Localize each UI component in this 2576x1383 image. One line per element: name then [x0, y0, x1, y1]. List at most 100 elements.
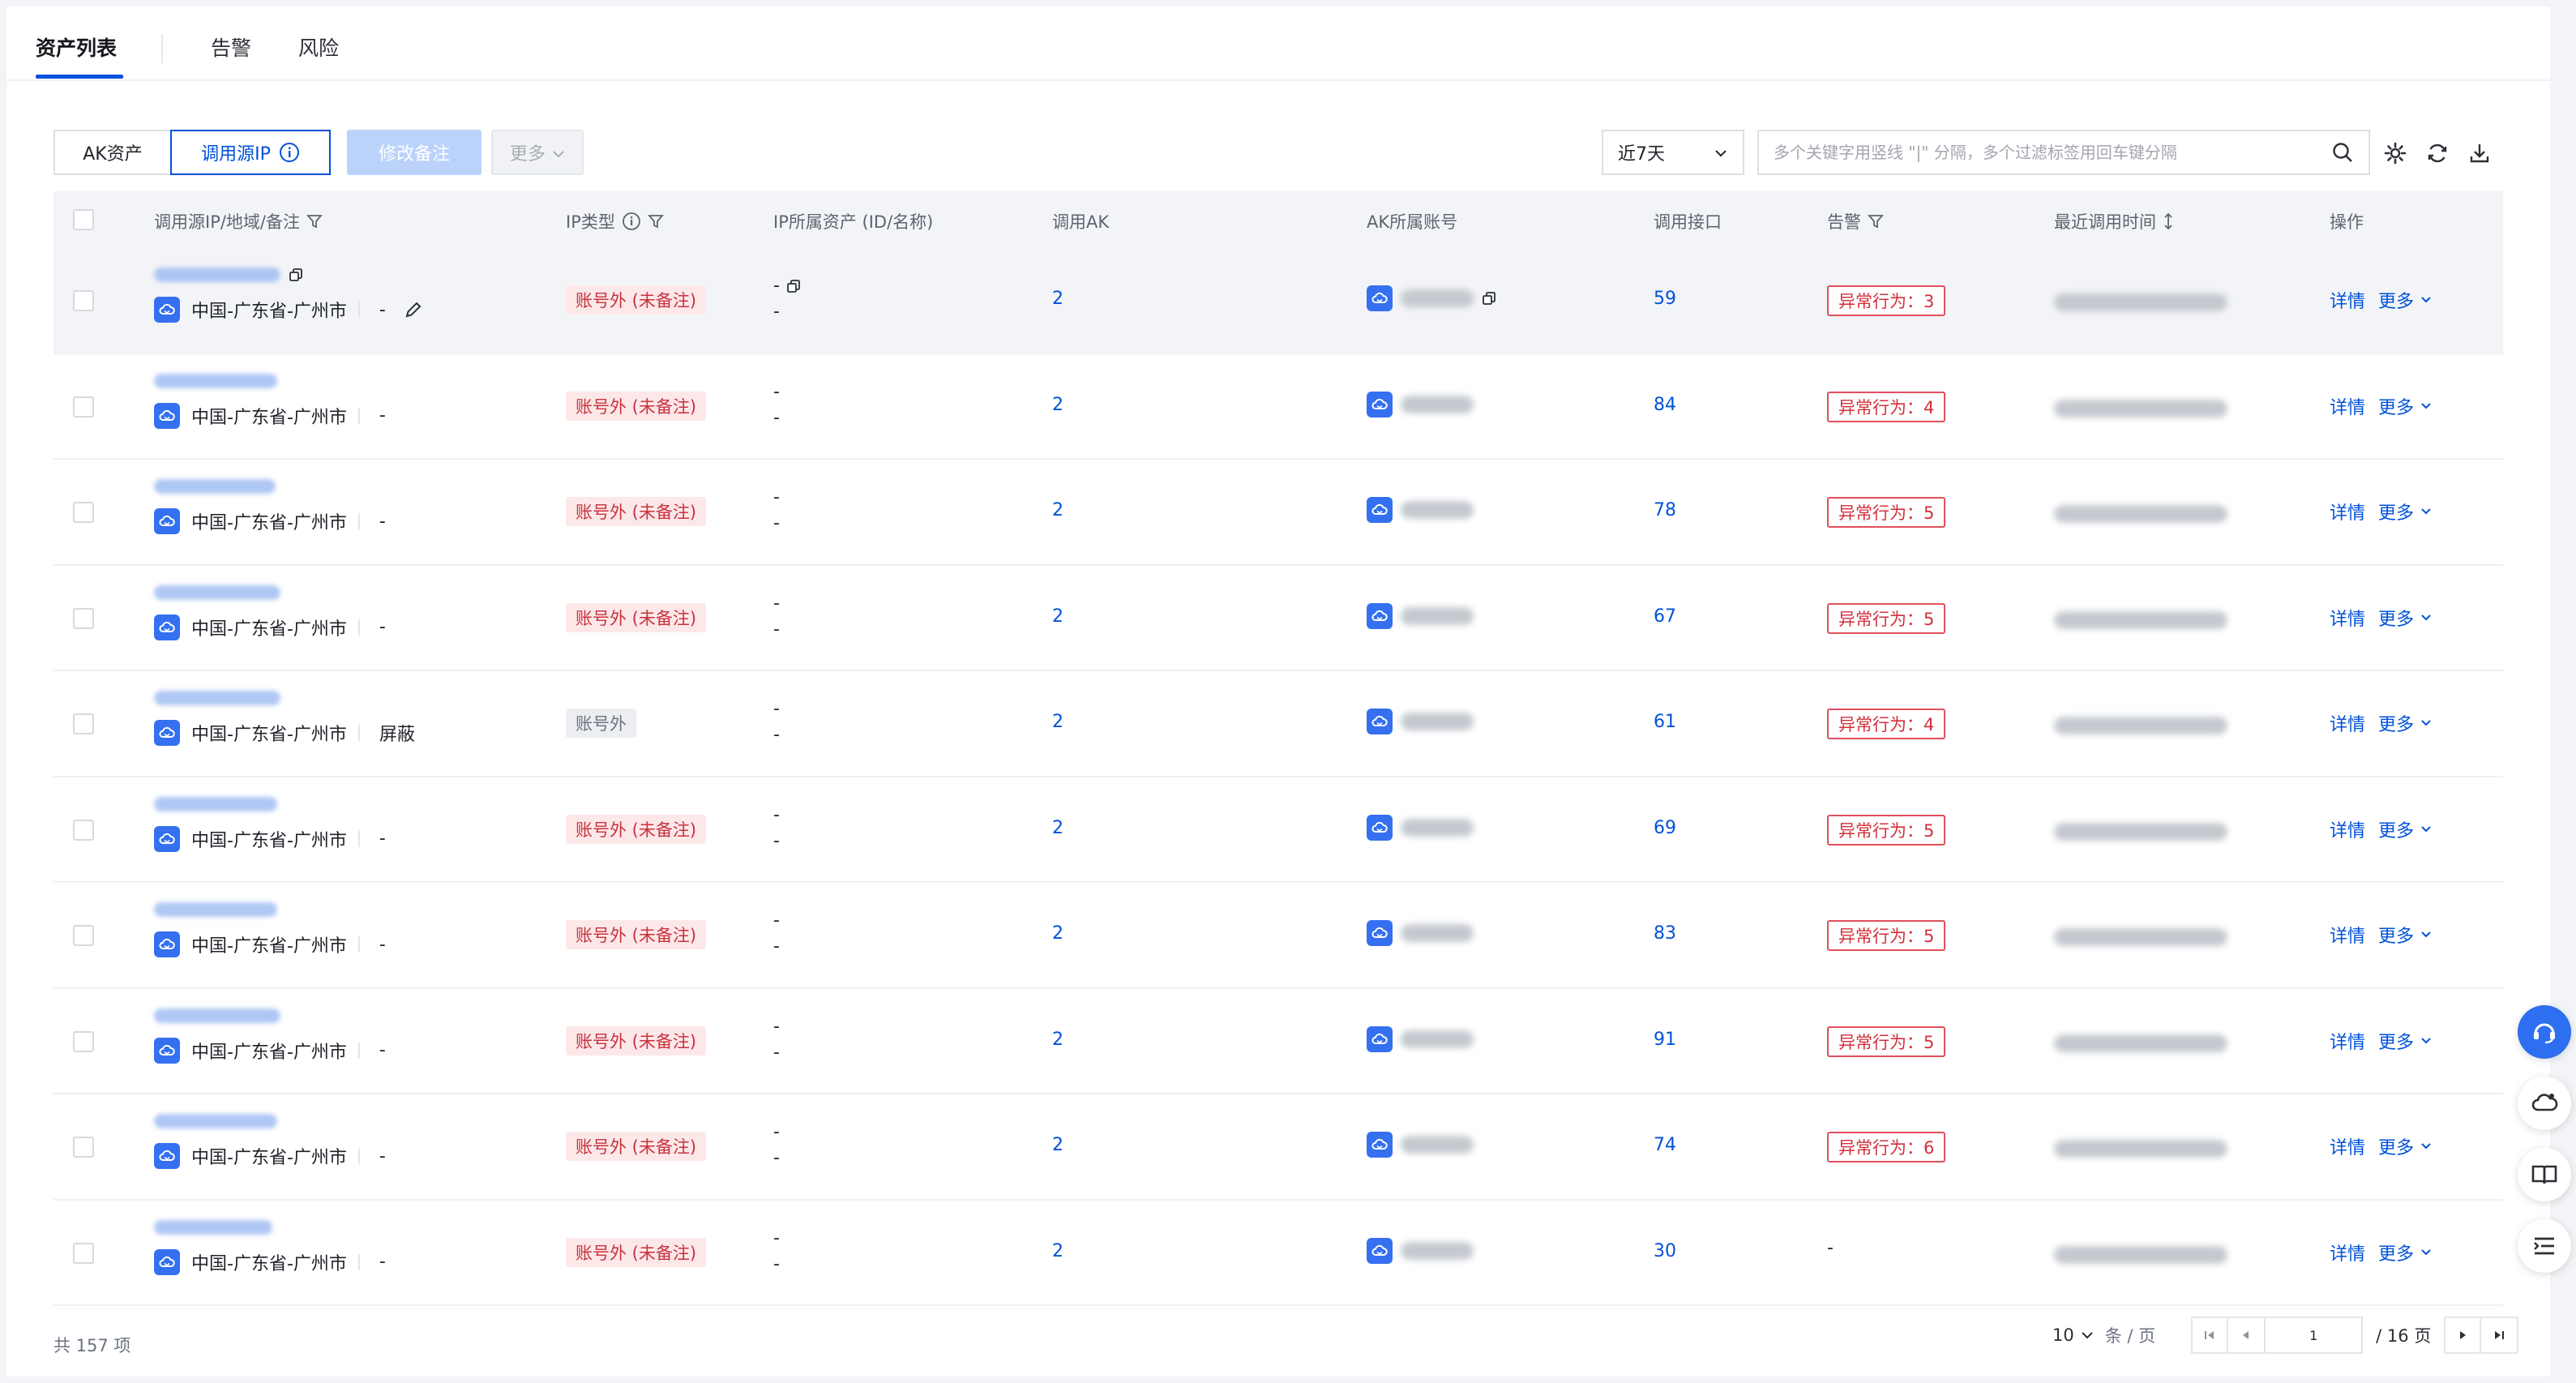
alert-badge[interactable]: 异常行为：5	[1827, 814, 1946, 846]
row-checkbox[interactable]	[73, 819, 94, 841]
row-more-button[interactable]: 更多	[2378, 816, 2432, 842]
ak-count-link[interactable]: 2	[1052, 923, 1063, 944]
date-range-select[interactable]: 近7天	[1602, 130, 1744, 175]
table-row[interactable]: 中国-广东省-广州市 - 账号外 (未备注) - - 2 84 异常行为：4 详…	[53, 353, 2503, 460]
ak-count-link[interactable]: 2	[1052, 1030, 1063, 1050]
cloud-assistant-button[interactable]	[2518, 1077, 2571, 1130]
customer-service-button[interactable]	[2518, 1005, 2571, 1059]
download-icon[interactable]	[2467, 141, 2492, 165]
table-row[interactable]: 中国-广东省-广州市 - 账号外 (未备注) - - 2 30 - 详情 更多	[53, 1200, 2503, 1306]
ak-count-link[interactable]: 2	[1052, 395, 1063, 415]
row-more-button[interactable]: 更多	[2378, 287, 2432, 313]
edit-remark-button[interactable]: 修改备注	[347, 130, 481, 175]
ak-count-link[interactable]: 2	[1052, 712, 1063, 732]
row-checkbox[interactable]	[73, 1137, 94, 1158]
row-more-button[interactable]: 更多	[2378, 710, 2432, 736]
row-more-button[interactable]: 更多	[2378, 605, 2432, 631]
edit-remark-icon[interactable]	[404, 300, 423, 319]
api-count-link[interactable]: 91	[1654, 1030, 1676, 1050]
ak-count-link[interactable]: 2	[1052, 289, 1063, 309]
row-checkbox[interactable]	[73, 925, 94, 946]
tab-asset-list[interactable]: 资产列表	[36, 32, 117, 62]
detail-link[interactable]: 详情	[2330, 1240, 2365, 1265]
row-more-button[interactable]: 更多	[2378, 922, 2432, 948]
refresh-icon[interactable]	[2425, 141, 2450, 165]
alert-badge[interactable]: 异常行为：3	[1827, 285, 1946, 316]
api-count-link[interactable]: 30	[1654, 1241, 1676, 1261]
search-input[interactable]	[1774, 143, 2331, 162]
ak-count-link[interactable]: 2	[1052, 500, 1063, 520]
info-icon[interactable]	[279, 142, 300, 163]
alert-badge[interactable]: 异常行为：4	[1827, 391, 1946, 422]
alert-badge[interactable]: 异常行为：6	[1827, 1132, 1946, 1162]
page-size-select[interactable]: 10	[2052, 1325, 2094, 1345]
copy-icon[interactable]	[1482, 291, 1496, 306]
copy-icon[interactable]	[289, 268, 303, 282]
api-count-link[interactable]: 83	[1654, 923, 1676, 944]
row-checkbox[interactable]	[73, 396, 94, 417]
api-count-link[interactable]: 74	[1654, 1135, 1676, 1155]
segment-source-ip[interactable]: 调用源IP	[170, 130, 331, 175]
detail-link[interactable]: 详情	[2330, 710, 2365, 736]
detail-link[interactable]: 详情	[2330, 1133, 2365, 1159]
api-count-link[interactable]: 84	[1654, 395, 1676, 415]
api-count-link[interactable]: 59	[1654, 289, 1676, 309]
filter-icon[interactable]	[647, 213, 664, 229]
search-icon[interactable]	[2331, 141, 2354, 164]
ak-count-link[interactable]: 2	[1052, 818, 1063, 838]
table-row[interactable]: 中国-广东省-广州市 - 账号外 (未备注) - - 2 69 异常行为：5 详…	[53, 777, 2503, 883]
api-count-link[interactable]: 69	[1654, 818, 1676, 838]
row-checkbox[interactable]	[73, 1242, 94, 1264]
table-row[interactable]: 中国-广东省-广州市 - 账号外 (未备注) - - 2 83 异常行为：5 详…	[53, 883, 2503, 989]
next-page-button[interactable]	[2444, 1317, 2482, 1354]
table-row[interactable]: 中国-广东省-广州市 - 账号外 (未备注) - - 2 91 异常行为：5 详…	[53, 988, 2503, 1094]
row-checkbox[interactable]	[73, 290, 94, 311]
api-count-link[interactable]: 67	[1654, 606, 1676, 627]
info-icon[interactable]	[622, 212, 641, 231]
table-row[interactable]: 中国-广东省-广州市 屏蔽 账号外 - - 2 61 异常行为：4 详情 更多	[53, 671, 2503, 777]
row-checkbox[interactable]	[73, 607, 94, 629]
detail-link[interactable]: 详情	[2330, 816, 2365, 842]
row-checkbox[interactable]	[73, 502, 94, 523]
table-row[interactable]: 中国-广东省-广州市 - 账号外 (未备注) - - 2 67 异常行为：5 详…	[53, 565, 2503, 671]
sort-icon[interactable]	[2163, 212, 2174, 230]
alert-badge[interactable]: 异常行为：5	[1827, 497, 1946, 528]
segment-ak-asset[interactable]: AK资产	[53, 130, 172, 175]
table-row[interactable]: 中国-广东省-广州市 - 账号外 (未备注) - - 2 59 异常行为：3 详…	[53, 248, 2503, 354]
tab-alert[interactable]: 告警	[211, 32, 251, 62]
row-more-button[interactable]: 更多	[2378, 1028, 2432, 1054]
ak-count-link[interactable]: 2	[1052, 1135, 1063, 1155]
first-page-button[interactable]	[2191, 1317, 2229, 1354]
docs-button[interactable]	[2518, 1148, 2571, 1201]
row-more-button[interactable]: 更多	[2378, 393, 2432, 419]
alert-badge[interactable]: 异常行为：4	[1827, 709, 1946, 739]
row-more-button[interactable]: 更多	[2378, 1133, 2432, 1159]
copy-icon[interactable]	[786, 279, 801, 293]
detail-link[interactable]: 详情	[2330, 499, 2365, 525]
detail-link[interactable]: 详情	[2330, 922, 2365, 948]
last-page-button[interactable]	[2481, 1317, 2519, 1354]
filter-icon[interactable]	[1868, 213, 1884, 229]
row-checkbox[interactable]	[73, 1030, 94, 1052]
api-count-link[interactable]: 61	[1654, 712, 1676, 732]
page-input[interactable]: 1	[2266, 1317, 2364, 1354]
detail-link[interactable]: 详情	[2330, 287, 2365, 313]
header-checkbox[interactable]	[73, 209, 94, 230]
filter-icon[interactable]	[306, 213, 323, 229]
more-actions-button[interactable]: 更多	[491, 130, 584, 175]
ak-count-link[interactable]: 2	[1052, 606, 1063, 627]
gear-icon[interactable]	[2383, 141, 2407, 165]
table-row[interactable]: 中国-广东省-广州市 - 账号外 (未备注) - - 2 78 异常行为：5 详…	[53, 460, 2503, 566]
table-row[interactable]: 中国-广东省-广州市 - 账号外 (未备注) - - 2 74 异常行为：6 详…	[53, 1094, 2503, 1201]
menu-list-button[interactable]	[2518, 1219, 2571, 1273]
detail-link[interactable]: 详情	[2330, 1028, 2365, 1054]
alert-badge[interactable]: 异常行为：5	[1827, 920, 1946, 951]
row-checkbox[interactable]	[73, 713, 94, 734]
detail-link[interactable]: 详情	[2330, 393, 2365, 419]
row-more-button[interactable]: 更多	[2378, 1240, 2432, 1265]
tab-risk[interactable]: 风险	[298, 32, 339, 62]
api-count-link[interactable]: 78	[1654, 500, 1676, 520]
row-more-button[interactable]: 更多	[2378, 499, 2432, 525]
detail-link[interactable]: 详情	[2330, 605, 2365, 631]
alert-badge[interactable]: 异常行为：5	[1827, 602, 1946, 634]
